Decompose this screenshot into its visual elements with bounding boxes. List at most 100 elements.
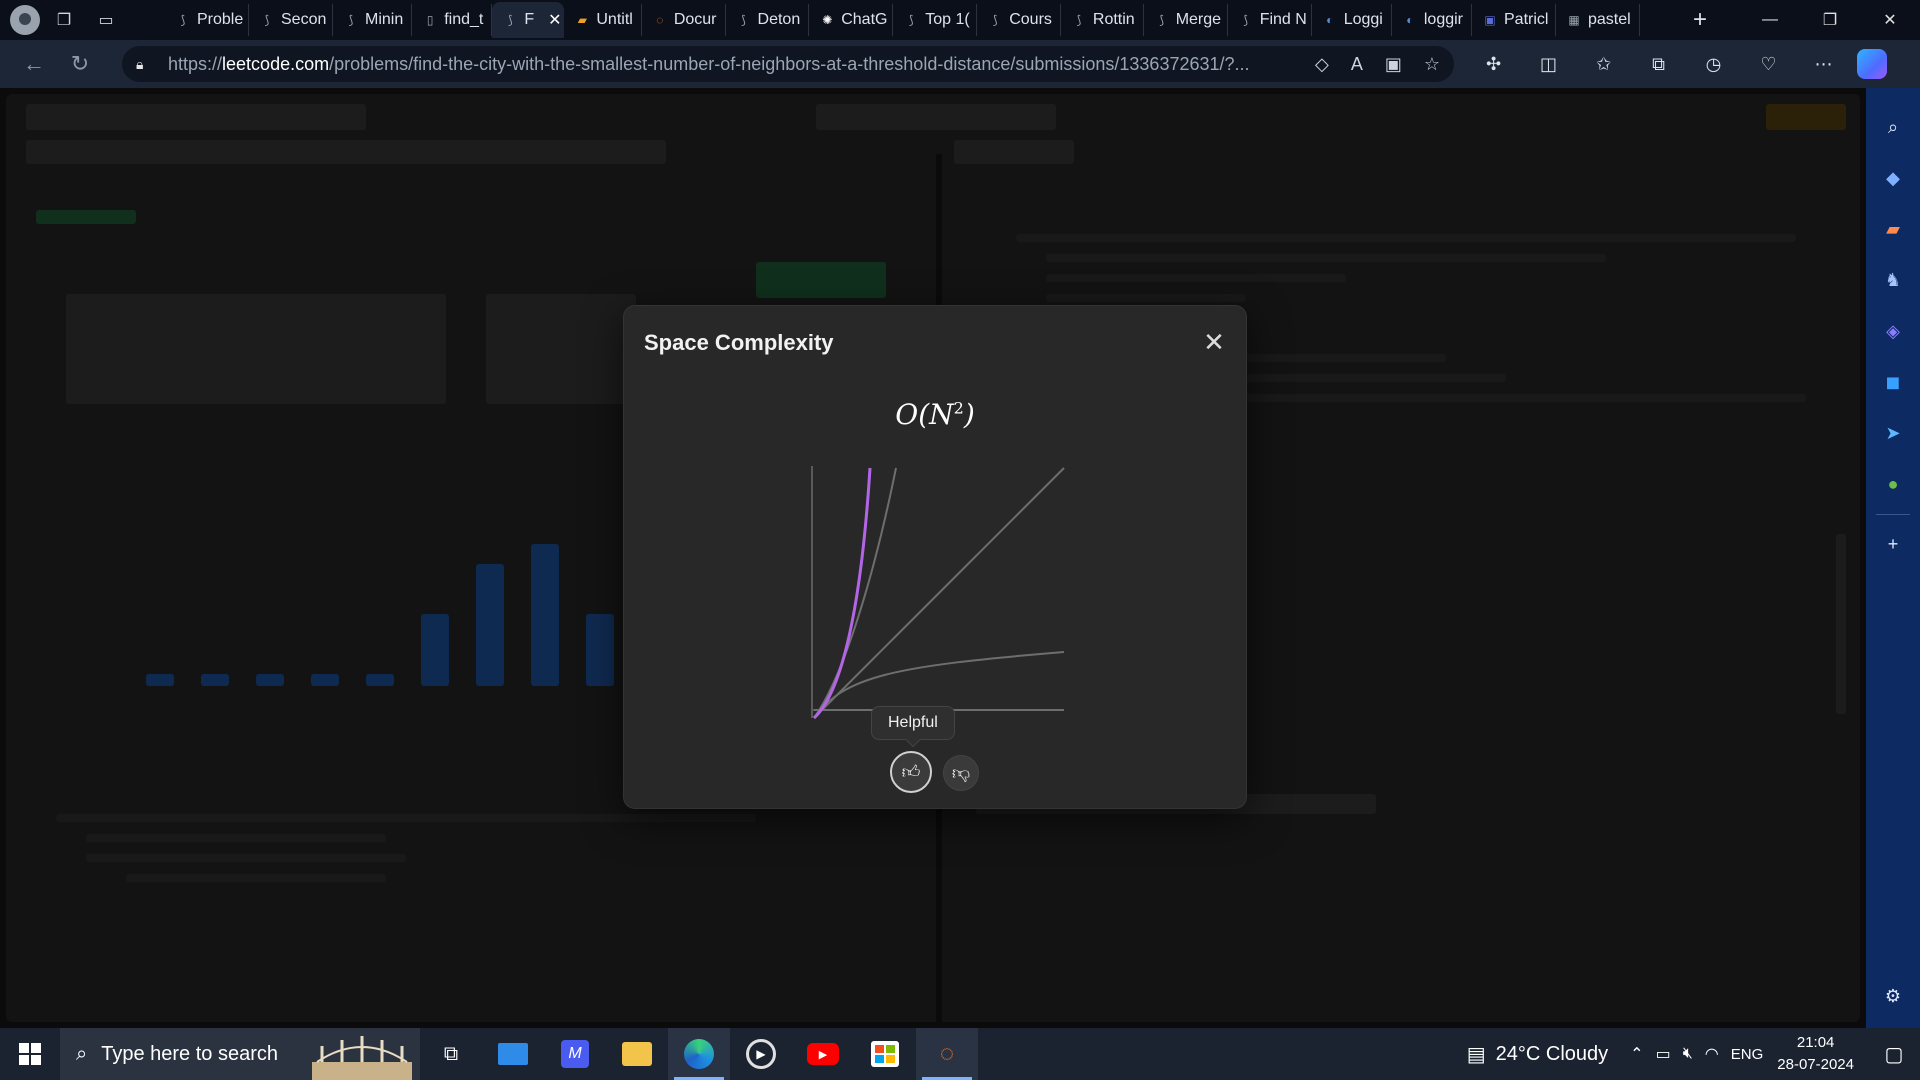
bar-placeholder (256, 674, 284, 686)
close-tab-icon[interactable]: ✕ (548, 10, 561, 30)
microsoft-store-icon[interactable] (854, 1028, 916, 1080)
browser-tab[interactable]: ◌ Docur (642, 4, 726, 36)
tab-label: find_t (444, 11, 484, 28)
tab-label: Merge (1175, 11, 1222, 28)
windows-start-icon[interactable] (0, 1028, 60, 1080)
extensions-icon[interactable]: ✣ (1466, 46, 1521, 82)
page-header-placeholder (26, 104, 366, 130)
thumbs-down-icon[interactable]: 👎︎ (943, 755, 979, 791)
tab-label: Find N (1259, 11, 1307, 28)
browser-tab[interactable]: ✺ ChatG (809, 4, 894, 36)
collections-icon[interactable]: ⧉ (1631, 46, 1686, 82)
system-tray: ▤ 24°C Cloudy ⌃ ▭ 🔇︎ ◠ ENG 21:04 28-07-2… (1467, 1028, 1920, 1080)
sidebar-settings-icon[interactable]: ⚙ (1875, 971, 1911, 1022)
browser-tab[interactable]: ▰ Untitl (564, 4, 642, 36)
browser-tab[interactable]: ▯ find_t (412, 4, 493, 36)
send-icon[interactable]: ➤ (1875, 408, 1911, 459)
tab-label: Cours (1009, 11, 1052, 28)
browser-tab[interactable]: ⟆ Top 1( (893, 4, 978, 36)
performance-icon[interactable]: ♡ (1741, 46, 1796, 82)
tree-icon[interactable]: ● (1875, 459, 1911, 510)
media-player-icon[interactable]: ▶ (730, 1028, 792, 1080)
notifications-icon[interactable]: ▢ (1874, 1042, 1914, 1067)
tab-label: loggir (1423, 11, 1463, 28)
add-sidebar-app-icon[interactable]: + (1875, 519, 1911, 570)
window-controls: — ❐ ✕ (1740, 0, 1920, 40)
file-explorer-icon[interactable] (606, 1028, 668, 1080)
back-button[interactable]: ← (12, 46, 56, 82)
battery-icon[interactable]: ▭ (1656, 1044, 1671, 1064)
close-window-button[interactable]: ✕ (1860, 0, 1920, 40)
wifi-icon[interactable]: ◠ (1705, 1044, 1719, 1064)
task-view-icon[interactable]: ⧉ (420, 1028, 482, 1080)
browser-tab[interactable]: ⟆ Proble (165, 4, 249, 36)
browser-tab[interactable]: ◐ loggir (1392, 4, 1472, 36)
youtube-icon[interactable]: ▶ (792, 1028, 854, 1080)
favorite-star-icon[interactable]: ☆ (1424, 54, 1440, 75)
browser-tab[interactable]: ⟆ Deton (726, 4, 810, 36)
microsoft-365-icon[interactable]: ◈ (1875, 306, 1911, 357)
weather-widget[interactable]: ▤ 24°C Cloudy (1467, 1042, 1608, 1067)
more-menu-icon[interactable]: ⋯ (1796, 46, 1851, 82)
tab-active[interactable]: ⟆ F ✕ (492, 2, 565, 38)
history-icon[interactable]: ◷ (1686, 46, 1741, 82)
split-screen-icon[interactable]: ◫ (1521, 46, 1576, 82)
code-line-placeholder (1016, 234, 1796, 242)
browser-tab[interactable]: ◐ Loggi (1312, 4, 1392, 36)
leetcode-icon: ⟆ (992, 13, 998, 27)
close-icon[interactable]: ✕ (1200, 327, 1228, 357)
address-bar[interactable]: 🔒︎ https://leetcode.com/problems/find-th… (122, 46, 1454, 82)
favorites-icon[interactable]: ✩ (1576, 46, 1631, 82)
tools-briefcase-icon[interactable]: ▰ (1875, 204, 1911, 255)
restore-button[interactable]: ❐ (1800, 0, 1860, 40)
browser-tab[interactable]: ▣ Patricl (1472, 4, 1556, 36)
new-tab-button[interactable]: + (1680, 4, 1720, 36)
bar-placeholder (586, 614, 614, 686)
browser-tab[interactable]: ▦ pastel (1556, 4, 1640, 36)
profile-avatar[interactable] (10, 5, 40, 35)
volume-muted-icon[interactable]: 🔇︎ (1683, 1045, 1693, 1063)
sidebar-divider (1876, 514, 1910, 515)
games-icon[interactable]: ♞ (1875, 255, 1911, 306)
tab-label: Deton (757, 11, 801, 28)
workspaces-icon[interactable]: ❐ (46, 5, 82, 35)
app-launcher-icon[interactable]: M (544, 1028, 606, 1080)
read-aloud-icon[interactable]: A (1351, 54, 1363, 75)
chevron-up-icon[interactable]: ⌃ (1630, 1044, 1643, 1064)
tabstrip-leading: ❐ ▭ (0, 5, 165, 35)
minimize-button[interactable]: — (1740, 0, 1800, 40)
browser-tab[interactable]: ⟆ Minin (333, 4, 413, 36)
tag-icon[interactable]: ◇ (1315, 54, 1329, 75)
mail-icon[interactable] (482, 1028, 544, 1080)
outlook-icon[interactable]: ◼ (1875, 357, 1911, 408)
language-indicator[interactable]: ENG (1731, 1046, 1764, 1063)
browser-tab[interactable]: ⟆ Secon (249, 4, 333, 36)
browser-tab[interactable]: ⟆ Cours (977, 4, 1061, 36)
vertical-tabs-icon[interactable]: ▭ (88, 5, 124, 35)
taskbar-search-box[interactable]: ⌕ Type here to search (60, 1028, 420, 1080)
url-text[interactable]: https://leetcode.com/problems/find-the-c… (168, 54, 1303, 75)
search-icon[interactable]: ⌕ (1875, 102, 1911, 153)
complexity-curves-graph (811, 466, 1065, 720)
jupyter-app-icon[interactable]: ◌ (916, 1028, 978, 1080)
refresh-button[interactable]: ↻ (58, 46, 102, 82)
code-line-placeholder (1046, 254, 1606, 262)
shopping-tag-icon[interactable]: ◆ (1875, 153, 1911, 204)
bar-placeholder (146, 674, 174, 686)
code-line-placeholder (86, 854, 406, 862)
edge-browser-icon[interactable] (668, 1028, 730, 1080)
tab-label: ChatG (841, 11, 888, 28)
code-line-placeholder (1046, 294, 1246, 302)
browser-tab[interactable]: ⟆ Merge (1144, 4, 1228, 36)
copilot-icon[interactable] (1857, 49, 1887, 79)
browser-tab[interactable]: ⟆ Rottin (1061, 4, 1144, 36)
browser-tab[interactable]: ⟆ Find N (1228, 4, 1312, 36)
thumbs-up-icon[interactable]: 👍︎ (890, 751, 932, 793)
immersive-reader-icon[interactable]: ▣ (1385, 54, 1402, 75)
lock-icon[interactable]: 🔒︎ (136, 55, 154, 73)
memory-card-placeholder (486, 294, 636, 404)
taskbar-clock[interactable]: 21:04 28-07-2024 (1777, 1032, 1854, 1076)
runtime-card-placeholder (66, 294, 446, 404)
bar-placeholder (311, 674, 339, 686)
bar-placeholder (531, 544, 559, 686)
